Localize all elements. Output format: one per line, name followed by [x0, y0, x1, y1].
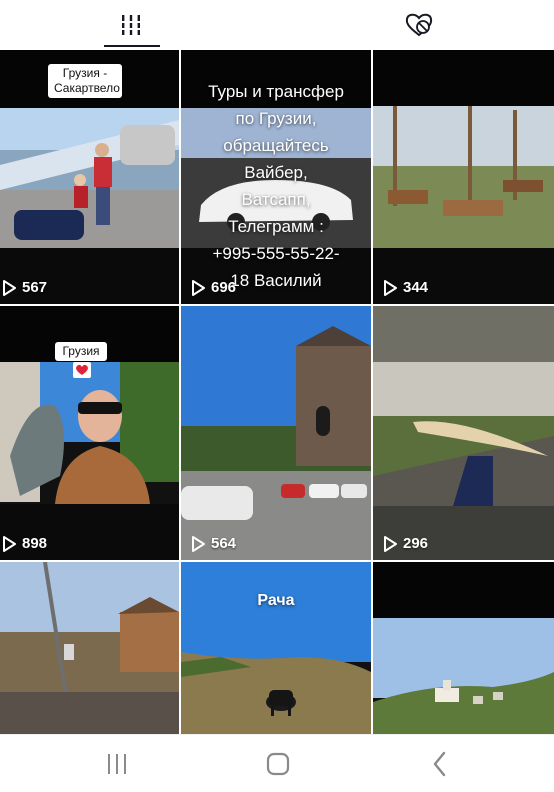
video-thumbnail[interactable]: Туры и трансфер по Грузии, обращайтесь В…: [181, 50, 371, 304]
play-icon: [3, 279, 16, 296]
play-icon: [384, 535, 397, 552]
view-count: 296: [383, 535, 428, 552]
video-thumbnail[interactable]: [373, 562, 554, 734]
profile-videos-screen: Грузия - Сакартвело 567 Туры и трансфер …: [0, 0, 554, 792]
video-thumbnail[interactable]: 344: [373, 50, 554, 304]
profile-tab-bar: [0, 0, 554, 50]
heart-hidden-icon: [405, 13, 433, 37]
thumbnail-image: [373, 306, 554, 560]
tab-liked[interactable]: [388, 0, 450, 50]
play-icon: [384, 279, 397, 296]
back-icon: [433, 751, 446, 777]
view-count-label: 564: [211, 535, 237, 552]
thumbnail-caption: Рача: [257, 592, 295, 609]
back-button[interactable]: [410, 735, 470, 792]
play-icon: [192, 279, 205, 296]
video-thumbnail[interactable]: 564: [181, 306, 371, 560]
thumbnail-image: [181, 306, 371, 560]
system-navigation-bar: [0, 734, 554, 792]
thumbnail-caption: Грузия: [55, 342, 107, 361]
tab-videos[interactable]: [100, 0, 162, 50]
recent-apps-button[interactable]: [87, 735, 147, 792]
heart-icon: [73, 362, 91, 378]
video-thumbnail[interactable]: Рача: [181, 562, 371, 734]
home-icon: [266, 752, 290, 776]
view-count-label: 567: [22, 279, 48, 296]
play-icon: [3, 535, 16, 552]
grid-icon: [120, 15, 142, 35]
view-count-label: 344: [403, 279, 429, 296]
video-thumbnail[interactable]: [0, 562, 179, 734]
thumbnail-image: [373, 50, 554, 304]
video-thumbnail[interactable]: 296: [373, 306, 554, 560]
video-thumbnail[interactable]: Грузия 898: [0, 306, 179, 560]
recent-apps-icon: [108, 754, 126, 774]
thumbnail-overlay-text: Туры и трансфер по Грузии, обращайтесь В…: [208, 82, 344, 290]
view-count: 696: [191, 279, 236, 296]
thumbnail-image: [373, 562, 554, 734]
view-count: 567: [2, 279, 47, 296]
thumbnail-caption: Грузия - Сакартвело: [48, 64, 122, 98]
video-grid: Грузия - Сакартвело 567 Туры и трансфер …: [0, 50, 554, 734]
view-count: 564: [191, 535, 236, 552]
view-count-label: 898: [22, 535, 48, 552]
home-button[interactable]: [248, 735, 308, 792]
video-thumbnail[interactable]: Грузия - Сакартвело 567: [0, 50, 179, 304]
view-count: 344: [383, 279, 428, 296]
active-tab-indicator: [104, 45, 160, 47]
thumbnail-image: [181, 562, 371, 734]
play-icon: [192, 535, 205, 552]
view-count-label: 696: [211, 279, 237, 296]
view-count: 898: [2, 535, 47, 552]
view-count-label: 296: [403, 535, 429, 552]
thumbnail-image: [0, 562, 179, 734]
